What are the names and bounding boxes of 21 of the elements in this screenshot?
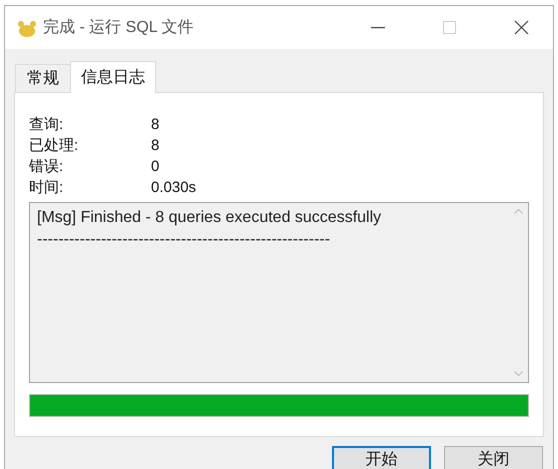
app-icon [17,18,37,36]
log-line: ------------------------------------------------------- [37,230,330,250]
stat-value: 0.030s [151,178,196,198]
stat-label: 查询: [29,115,64,136]
close-icon[interactable] [514,20,529,35]
tab[interactable]: 常规 [15,64,71,92]
stat-value: 0 [151,157,160,178]
window-title: 完成 - 运行 SQL 文件 [43,18,194,38]
stat-label: 时间: [29,178,64,198]
stat-label: 错误: [29,157,64,178]
stat-value: 8 [151,136,160,156]
log-line: [Msg] Finished - 8 queries executed successfully [37,208,382,228]
tab[interactable]: 信息日志 [70,61,156,93]
minimize-icon[interactable] [371,26,385,28]
scroll-down-icon[interactable] [514,371,522,376]
dialog-button[interactable]: 关闭 [444,446,543,469]
scroll-up-icon[interactable] [514,209,522,214]
stat-value: 8 [151,115,160,136]
maximize-icon[interactable] [443,21,456,34]
stat-label: 已处理: [29,136,80,156]
dialog-button[interactable]: 开始 [332,446,431,469]
